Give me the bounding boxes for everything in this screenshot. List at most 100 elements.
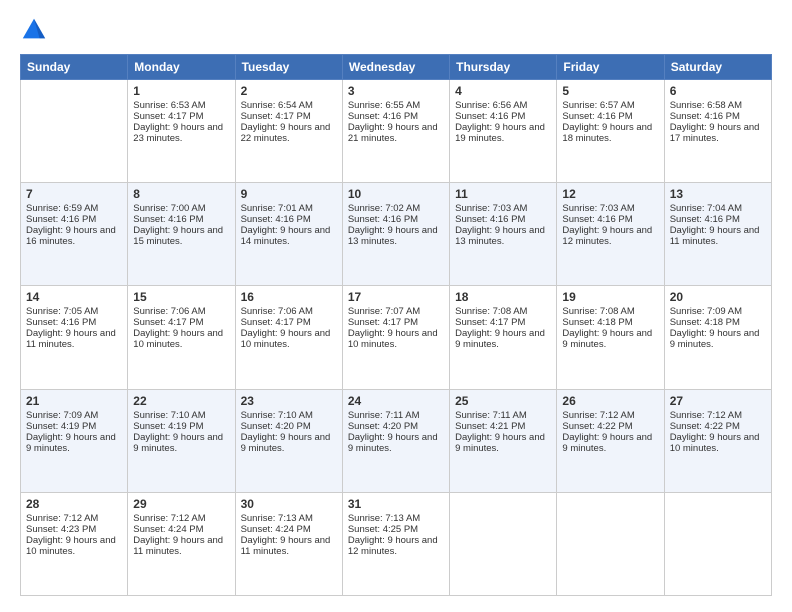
calendar-week-row: 21Sunrise: 7:09 AMSunset: 4:19 PMDayligh…	[21, 389, 772, 492]
sunrise-text: Sunrise: 7:06 AM	[241, 306, 337, 317]
sunset-text: Sunset: 4:18 PM	[670, 317, 766, 328]
sunrise-text: Sunrise: 7:12 AM	[26, 513, 122, 524]
calendar-cell: 11Sunrise: 7:03 AMSunset: 4:16 PMDayligh…	[450, 183, 557, 286]
daylight-text: Daylight: 9 hours and 21 minutes.	[348, 122, 444, 144]
day-number: 15	[133, 290, 229, 304]
sunset-text: Sunset: 4:16 PM	[26, 214, 122, 225]
sunset-text: Sunset: 4:16 PM	[455, 214, 551, 225]
daylight-text: Daylight: 9 hours and 11 minutes.	[241, 535, 337, 557]
sunset-text: Sunset: 4:16 PM	[455, 111, 551, 122]
calendar-cell: 3Sunrise: 6:55 AMSunset: 4:16 PMDaylight…	[342, 80, 449, 183]
calendar-cell	[557, 492, 664, 595]
calendar-cell: 16Sunrise: 7:06 AMSunset: 4:17 PMDayligh…	[235, 286, 342, 389]
calendar-cell: 24Sunrise: 7:11 AMSunset: 4:20 PMDayligh…	[342, 389, 449, 492]
calendar-cell: 12Sunrise: 7:03 AMSunset: 4:16 PMDayligh…	[557, 183, 664, 286]
daylight-text: Daylight: 9 hours and 9 minutes.	[670, 328, 766, 350]
sunset-text: Sunset: 4:16 PM	[348, 214, 444, 225]
day-number: 13	[670, 187, 766, 201]
header-day: Monday	[128, 55, 235, 80]
calendar-cell	[450, 492, 557, 595]
sunrise-text: Sunrise: 7:03 AM	[562, 203, 658, 214]
calendar-cell: 8Sunrise: 7:00 AMSunset: 4:16 PMDaylight…	[128, 183, 235, 286]
day-number: 4	[455, 84, 551, 98]
logo-icon	[20, 16, 48, 44]
sunrise-text: Sunrise: 7:02 AM	[348, 203, 444, 214]
daylight-text: Daylight: 9 hours and 17 minutes.	[670, 122, 766, 144]
calendar-cell: 4 Sunrise: 6:56 AMSunset: 4:16 PMDaylight…	[450, 80, 557, 183]
sunrise-text: Sunrise: 7:12 AM	[133, 513, 229, 524]
daylight-text: Daylight: 9 hours and 10 minutes.	[348, 328, 444, 350]
daylight-text: Daylight: 9 hours and 10 minutes.	[670, 432, 766, 454]
sunset-text: Sunset: 4:17 PM	[348, 317, 444, 328]
sunrise-text: Sunrise: 6:56 AM	[455, 100, 551, 111]
daylight-text: Daylight: 9 hours and 9 minutes.	[133, 432, 229, 454]
sunrise-text: Sunrise: 7:08 AM	[562, 306, 658, 317]
daylight-text: Daylight: 9 hours and 23 minutes.	[133, 122, 229, 144]
daylight-text: Daylight: 9 hours and 9 minutes.	[562, 432, 658, 454]
sunset-text: Sunset: 4:16 PM	[670, 214, 766, 225]
day-number: 7	[26, 187, 122, 201]
calendar-cell: 13Sunrise: 7:04 AMSunset: 4:16 PMDayligh…	[664, 183, 771, 286]
day-number: 26	[562, 394, 658, 408]
daylight-text: Daylight: 9 hours and 10 minutes.	[133, 328, 229, 350]
daylight-text: Daylight: 9 hours and 18 minutes.	[562, 122, 658, 144]
day-number: 28	[26, 497, 122, 511]
sunrise-text: Sunrise: 6:58 AM	[670, 100, 766, 111]
daylight-text: Daylight: 9 hours and 10 minutes.	[241, 328, 337, 350]
day-number: 21	[26, 394, 122, 408]
day-number: 24	[348, 394, 444, 408]
daylight-text: Daylight: 9 hours and 13 minutes.	[348, 225, 444, 247]
sunrise-text: Sunrise: 7:09 AM	[670, 306, 766, 317]
calendar-week-row: 28Sunrise: 7:12 AMSunset: 4:23 PMDayligh…	[21, 492, 772, 595]
day-number: 5	[562, 84, 658, 98]
day-number: 23	[241, 394, 337, 408]
sunset-text: Sunset: 4:22 PM	[670, 421, 766, 432]
sunset-text: Sunset: 4:19 PM	[26, 421, 122, 432]
calendar-cell: 2Sunrise: 6:54 AMSunset: 4:17 PMDaylight…	[235, 80, 342, 183]
header	[20, 16, 772, 44]
sunset-text: Sunset: 4:20 PM	[348, 421, 444, 432]
day-number: 22	[133, 394, 229, 408]
day-number: 25	[455, 394, 551, 408]
sunrise-text: Sunrise: 7:06 AM	[133, 306, 229, 317]
day-number: 14	[26, 290, 122, 304]
sunset-text: Sunset: 4:24 PM	[133, 524, 229, 535]
calendar-cell: 21Sunrise: 7:09 AMSunset: 4:19 PMDayligh…	[21, 389, 128, 492]
sunrise-text: Sunrise: 7:12 AM	[562, 410, 658, 421]
sunrise-text: Sunrise: 7:00 AM	[133, 203, 229, 214]
day-number: 29	[133, 497, 229, 511]
day-number: 16	[241, 290, 337, 304]
sunset-text: Sunset: 4:16 PM	[562, 111, 658, 122]
daylight-text: Daylight: 9 hours and 11 minutes.	[133, 535, 229, 557]
calendar-cell: 30Sunrise: 7:13 AMSunset: 4:24 PMDayligh…	[235, 492, 342, 595]
calendar-header-row: SundayMondayTuesdayWednesdayThursdayFrid…	[21, 55, 772, 80]
header-day: Tuesday	[235, 55, 342, 80]
calendar-cell: 20 Sunrise: 7:09 AMSunset: 4:18 PMDayligh…	[664, 286, 771, 389]
sunset-text: Sunset: 4:16 PM	[241, 214, 337, 225]
daylight-text: Daylight: 9 hours and 19 minutes.	[455, 122, 551, 144]
header-day: Thursday	[450, 55, 557, 80]
daylight-text: Daylight: 9 hours and 13 minutes.	[455, 225, 551, 247]
day-number: 18	[455, 290, 551, 304]
calendar-cell: 26Sunrise: 7:12 AMSunset: 4:22 PMDayligh…	[557, 389, 664, 492]
sunrise-text: Sunrise: 7:01 AM	[241, 203, 337, 214]
sunset-text: Sunset: 4:17 PM	[133, 111, 229, 122]
day-number: 6	[670, 84, 766, 98]
calendar-cell: 7Sunrise: 6:59 AMSunset: 4:16 PMDaylight…	[21, 183, 128, 286]
sunrise-text: Sunrise: 7:13 AM	[348, 513, 444, 524]
sunset-text: Sunset: 4:16 PM	[348, 111, 444, 122]
day-number: 20	[670, 290, 766, 304]
sunrise-text: Sunrise: 7:07 AM	[348, 306, 444, 317]
day-number: 12	[562, 187, 658, 201]
calendar-cell: 27Sunrise: 7:12 AMSunset: 4:22 PMDayligh…	[664, 389, 771, 492]
sunset-text: Sunset: 4:23 PM	[26, 524, 122, 535]
calendar-week-row: 1Sunrise: 6:53 AMSunset: 4:17 PMDaylight…	[21, 80, 772, 183]
daylight-text: Daylight: 9 hours and 9 minutes.	[241, 432, 337, 454]
day-number: 9	[241, 187, 337, 201]
day-number: 3	[348, 84, 444, 98]
calendar-cell: 28Sunrise: 7:12 AMSunset: 4:23 PMDayligh…	[21, 492, 128, 595]
sunrise-text: Sunrise: 7:08 AM	[455, 306, 551, 317]
calendar-cell: 9Sunrise: 7:01 AMSunset: 4:16 PMDaylight…	[235, 183, 342, 286]
sunset-text: Sunset: 4:16 PM	[670, 111, 766, 122]
sunset-text: Sunset: 4:19 PM	[133, 421, 229, 432]
